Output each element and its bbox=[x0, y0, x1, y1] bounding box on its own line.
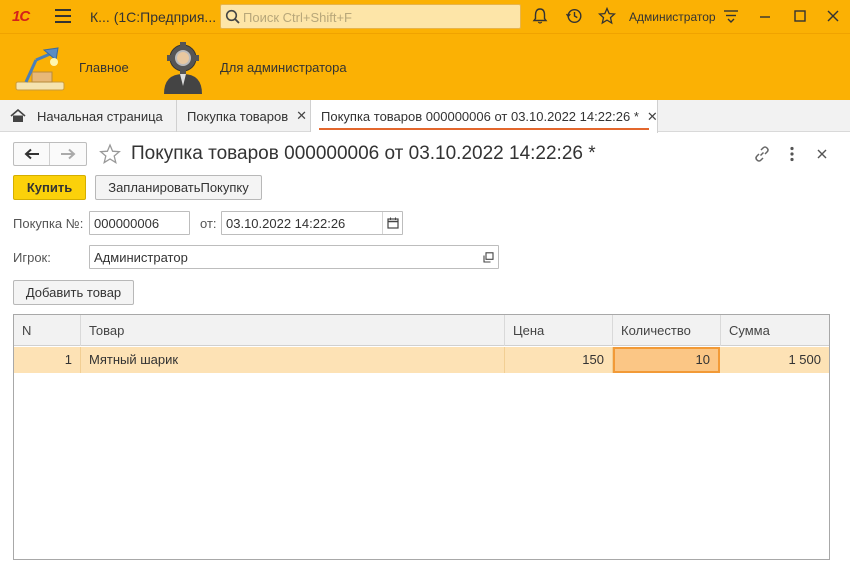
section-admin[interactable]: Для администратора bbox=[160, 34, 347, 101]
column-header-sum[interactable]: Сумма bbox=[721, 315, 829, 346]
link-icon[interactable] bbox=[753, 145, 771, 163]
buy-button[interactable]: Купить bbox=[13, 175, 86, 200]
cell-n[interactable]: 1 bbox=[14, 347, 81, 373]
table-header: N Товар Цена Количество Сумма bbox=[14, 315, 829, 346]
column-header-item[interactable]: Товар bbox=[81, 315, 505, 346]
arrow-right-icon bbox=[61, 148, 76, 160]
cell-price[interactable]: 150 bbox=[505, 347, 613, 373]
minimize-icon[interactable] bbox=[755, 6, 775, 26]
open-windows-tabbar: Начальная страница Покупка товаров ✕ Пок… bbox=[0, 100, 850, 133]
arrow-left-icon bbox=[24, 148, 39, 160]
bell-icon[interactable] bbox=[531, 7, 549, 25]
search-box[interactable] bbox=[220, 4, 521, 29]
nav-buttons bbox=[13, 142, 87, 166]
cell-item[interactable]: Мятный шарик bbox=[81, 347, 505, 373]
table-row[interactable]: 1 Мятный шарик 150 10 1 500 bbox=[14, 347, 829, 373]
favorites-star-icon[interactable] bbox=[598, 7, 616, 25]
add-item-button[interactable]: Добавить товар bbox=[13, 280, 134, 305]
admin-gear-icon bbox=[164, 41, 202, 94]
tab-purchase-doc[interactable]: Покупка товаров 000000006 от 03.10.2022 … bbox=[311, 100, 658, 133]
player-value: Администратор bbox=[94, 250, 188, 265]
active-tab-underline bbox=[319, 128, 649, 130]
tab-close-icon[interactable]: ✕ bbox=[647, 109, 658, 125]
number-field[interactable]: 000000006 bbox=[89, 211, 190, 235]
back-button[interactable] bbox=[14, 143, 51, 165]
player-field[interactable]: Администратор bbox=[89, 245, 499, 269]
menu-icon[interactable] bbox=[55, 9, 71, 23]
number-label: Покупка №: bbox=[13, 216, 84, 231]
column-header-qty[interactable]: Количество bbox=[613, 315, 721, 346]
player-label: Игрок: bbox=[13, 250, 51, 265]
search-icon bbox=[225, 9, 240, 24]
history-icon[interactable] bbox=[565, 7, 583, 25]
tab-purchase-doc-label: Покупка товаров 000000006 от 03.10.2022 … bbox=[321, 109, 639, 124]
favorite-star-icon[interactable] bbox=[99, 143, 121, 165]
calendar-icon bbox=[386, 217, 399, 229]
user-name[interactable]: Администратор bbox=[629, 10, 716, 24]
column-header-n[interactable]: N bbox=[14, 315, 81, 346]
form-title: Покупка товаров 000000006 от 03.10.2022 … bbox=[131, 143, 596, 164]
tab-close-icon[interactable]: ✕ bbox=[296, 108, 307, 124]
desk-lamp-icon bbox=[15, 46, 65, 90]
date-value: 03.10.2022 14:22:26 bbox=[226, 216, 346, 231]
cell-qty-editing[interactable]: 10 bbox=[613, 347, 720, 373]
calendar-button[interactable] bbox=[382, 212, 402, 234]
open-player-button[interactable] bbox=[478, 246, 498, 268]
section-main[interactable]: Главное bbox=[14, 34, 129, 101]
date-field[interactable]: 03.10.2022 14:22:26 bbox=[221, 211, 403, 235]
tab-home[interactable]: Начальная страница bbox=[0, 100, 177, 132]
tab-home-label: Начальная страница bbox=[37, 108, 163, 124]
tab-purchases-list-label: Покупка товаров bbox=[187, 108, 289, 124]
search-input[interactable] bbox=[243, 8, 513, 26]
cell-sum[interactable]: 1 500 bbox=[721, 347, 829, 373]
items-table[interactable]: N Товар Цена Количество Сумма 1 Мятный ш… bbox=[13, 314, 830, 560]
plan-purchase-button[interactable]: ЗапланироватьПокупку bbox=[95, 175, 262, 200]
section-admin-label: Для администратора bbox=[220, 60, 347, 75]
open-form-icon bbox=[482, 251, 494, 263]
date-label: от: bbox=[200, 216, 217, 231]
app-title: К... (1С:Предприя... bbox=[90, 9, 217, 25]
close-icon[interactable] bbox=[823, 6, 843, 26]
column-header-price[interactable]: Цена bbox=[505, 315, 613, 346]
more-actions-icon[interactable] bbox=[783, 145, 801, 163]
1c-logo: 1С bbox=[12, 8, 30, 25]
tab-purchases-list[interactable]: Покупка товаров ✕ bbox=[177, 100, 311, 132]
home-icon bbox=[10, 109, 26, 122]
settings-menu-icon[interactable] bbox=[722, 7, 740, 25]
sections-panel: Главное Для администратора bbox=[0, 33, 850, 100]
form-close-icon[interactable] bbox=[813, 145, 831, 163]
title-bar: 1С К... (1С:Предприя... Администратор bbox=[0, 0, 850, 33]
maximize-icon[interactable] bbox=[790, 6, 810, 26]
forward-button[interactable] bbox=[50, 143, 86, 165]
section-main-label: Главное bbox=[79, 60, 129, 75]
